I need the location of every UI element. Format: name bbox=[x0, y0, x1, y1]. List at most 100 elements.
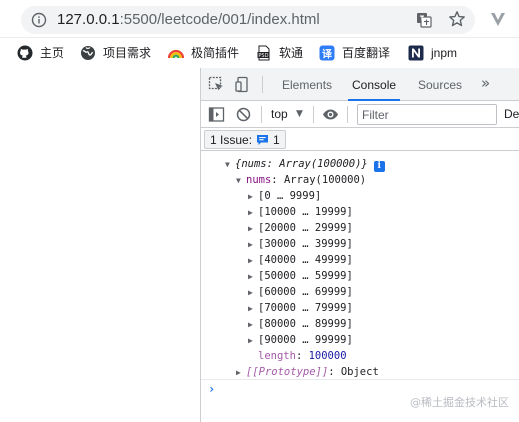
log-levels-dropdown[interactable]: De bbox=[504, 106, 519, 123]
array-range-row[interactable]: ▶ [30000 … 39999] bbox=[248, 236, 353, 252]
array-range: [20000 … 29999] bbox=[258, 222, 353, 234]
devtools-panel: Elements Console Sources » top ▼ De 1 Is… bbox=[200, 68, 519, 422]
expanded-triangle-icon[interactable]: ▼ bbox=[225, 157, 235, 173]
live-expression-eye-icon[interactable] bbox=[322, 106, 339, 123]
prototype-row[interactable]: ▶ [[Prototype]]: Object bbox=[236, 364, 379, 380]
collapsed-triangle-icon[interactable]: ▶ bbox=[248, 285, 258, 301]
key-colon: : bbox=[295, 350, 309, 362]
key-colon: : bbox=[271, 174, 284, 186]
tab-console[interactable]: Console bbox=[347, 68, 401, 101]
array-range-row[interactable]: ▶ [40000 … 49999] bbox=[248, 252, 353, 268]
bookmarks-bar: 主页 项目需求 极简插件 PSD 软通 译 百度翻译 jnpm bbox=[0, 38, 519, 68]
translate-icon: 译 bbox=[319, 45, 335, 61]
bookmark-jnpm[interactable]: jnpm bbox=[408, 44, 457, 62]
array-range-row[interactable]: ▶ [70000 … 79999] bbox=[248, 300, 353, 316]
toolbar-divider bbox=[313, 106, 314, 123]
info-icon[interactable]: i bbox=[373, 161, 385, 172]
bookmark-ruantong[interactable]: PSD 软通 bbox=[256, 44, 303, 62]
collapsed-triangle-icon[interactable]: ▶ bbox=[248, 237, 258, 253]
address-bar: 127.0.0.1:5500/leetcode/001/index.html bbox=[0, 0, 519, 38]
bookmark-label: 软通 bbox=[279, 46, 304, 60]
array-range: [40000 … 49999] bbox=[258, 254, 353, 266]
array-range: [50000 … 59999] bbox=[258, 270, 353, 282]
psd-file-icon: PSD bbox=[257, 45, 270, 61]
collapsed-triangle-icon[interactable]: ▶ bbox=[248, 221, 258, 237]
bookmark-label: 百度翻译 bbox=[342, 46, 391, 60]
page-content bbox=[0, 68, 200, 422]
array-range: [60000 … 69999] bbox=[258, 286, 353, 298]
object-summary-row[interactable]: ▼ {nums: Array(100000)} i bbox=[225, 156, 385, 172]
svg-text:译: 译 bbox=[322, 48, 333, 61]
globe-icon bbox=[81, 46, 95, 60]
omnibox[interactable]: 127.0.0.1:5500/leetcode/001/index.html bbox=[21, 6, 475, 34]
url-host: 127.0.0.1 bbox=[57, 11, 120, 28]
expanded-triangle-icon[interactable]: ▼ bbox=[236, 173, 246, 189]
console-filter-input[interactable] bbox=[357, 104, 497, 125]
collapsed-triangle-icon[interactable]: ▶ bbox=[248, 253, 258, 269]
tab-elements[interactable]: Elements bbox=[282, 68, 332, 101]
collapsed-triangle-icon[interactable]: ▶ bbox=[248, 189, 258, 205]
bookmark-github[interactable]: 主页 bbox=[17, 44, 64, 62]
extension-v-icon[interactable] bbox=[489, 10, 507, 28]
array-range: [0 … 9999] bbox=[258, 190, 322, 202]
console-divider bbox=[201, 379, 519, 380]
array-range: [10000 … 19999] bbox=[258, 206, 353, 218]
bookmark-baidu-translate[interactable]: 译 百度翻译 bbox=[319, 44, 390, 62]
bookmark-label: jnpm bbox=[431, 46, 458, 60]
tab-sources[interactable]: Sources bbox=[418, 68, 462, 101]
length-value: 100000 bbox=[308, 350, 347, 362]
array-range-row[interactable]: ▶ [0 … 9999] bbox=[248, 188, 321, 204]
collapsed-triangle-icon[interactable]: ▶ bbox=[248, 317, 258, 333]
url-text[interactable]: 127.0.0.1:5500/leetcode/001/index.html bbox=[57, 11, 320, 29]
issues-bar: 1 Issue: 1 bbox=[201, 128, 519, 151]
inspect-element-icon[interactable] bbox=[208, 76, 225, 93]
prototype-key: [[Prototype]] bbox=[246, 366, 329, 378]
array-range-row[interactable]: ▶ [20000 … 29999] bbox=[248, 220, 353, 236]
device-toolbar-icon[interactable] bbox=[235, 76, 252, 93]
bookmark-project-requirements[interactable]: 项目需求 bbox=[80, 44, 151, 62]
context-caret-icon[interactable]: ▼ bbox=[296, 106, 303, 123]
array-range-row[interactable]: ▶ [10000 … 19999] bbox=[248, 204, 353, 220]
issue-message-icon bbox=[257, 134, 269, 145]
array-range: [80000 … 89999] bbox=[258, 318, 353, 330]
array-range-row[interactable]: ▶ [50000 … 59999] bbox=[248, 268, 353, 284]
bookmark-star-icon[interactable] bbox=[448, 10, 466, 28]
console-toolbar: top ▼ De bbox=[201, 101, 519, 128]
github-icon bbox=[17, 45, 33, 61]
n-logo-icon bbox=[408, 45, 424, 61]
collapsed-triangle-icon[interactable]: ▶ bbox=[248, 301, 258, 317]
key-colon: : bbox=[328, 366, 341, 378]
prototype-value: Object bbox=[340, 366, 379, 378]
toolbar-divider bbox=[262, 76, 263, 93]
watermark: @稀土掘金技术社区 bbox=[410, 396, 509, 409]
collapsed-triangle-icon[interactable]: ▶ bbox=[248, 205, 258, 221]
bookmark-label: 极简插件 bbox=[191, 46, 240, 60]
array-range-row[interactable]: ▶ [60000 … 69999] bbox=[248, 284, 353, 300]
bookmark-label: 项目需求 bbox=[103, 46, 152, 60]
rainbow-icon bbox=[168, 49, 184, 59]
context-selector[interactable]: top bbox=[271, 106, 288, 123]
object-summary: {nums: Array(100000)} bbox=[235, 158, 368, 170]
devtools-tabbar: Elements Console Sources » bbox=[201, 68, 519, 101]
bookmark-minimal-extensions[interactable]: 极简插件 bbox=[168, 44, 239, 62]
array-range-row[interactable]: ▶ [90000 … 99999] bbox=[248, 332, 353, 348]
collapsed-triangle-icon[interactable]: ▶ bbox=[248, 269, 258, 285]
url-path: :5500/leetcode/001/index.html bbox=[119, 11, 320, 28]
bookmark-label: 主页 bbox=[40, 46, 65, 60]
site-info-icon[interactable] bbox=[31, 12, 47, 28]
array-range-row[interactable]: ▶ [80000 … 89999] bbox=[248, 316, 353, 332]
clear-console-icon[interactable] bbox=[235, 106, 252, 123]
toolbar-divider bbox=[261, 106, 262, 123]
nums-property-row[interactable]: ▼ nums: Array(100000) bbox=[236, 172, 366, 188]
show-sidebar-icon[interactable] bbox=[208, 106, 225, 123]
translate-page-icon[interactable] bbox=[416, 12, 432, 28]
more-tabs-button[interactable]: » bbox=[481, 68, 490, 101]
length-property-row: length: 100000 bbox=[258, 348, 347, 364]
array-range: [30000 … 39999] bbox=[258, 238, 353, 250]
issues-button[interactable]: 1 Issue: 1 bbox=[204, 130, 286, 149]
length-key: length bbox=[258, 350, 296, 362]
toolbar-divider bbox=[347, 106, 348, 123]
collapsed-triangle-icon[interactable]: ▶ bbox=[248, 333, 258, 349]
console-prompt-icon[interactable]: › bbox=[208, 382, 215, 396]
array-range: [90000 … 99999] bbox=[258, 334, 353, 346]
